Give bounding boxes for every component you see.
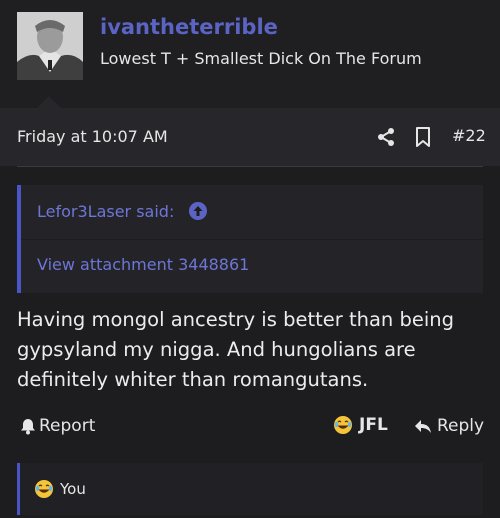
attachment-link[interactable]: View attachment 3448861	[37, 255, 249, 274]
reply-button[interactable]: Reply	[414, 416, 484, 436]
report-label: Report	[39, 416, 96, 436]
username-link[interactable]: ivantheterrible	[100, 15, 278, 39]
avatar[interactable]	[17, 12, 83, 80]
post-body: Having mongol ancestry is better than be…	[17, 308, 454, 391]
divider	[17, 166, 483, 167]
reactions-summary-text[interactable]: You	[60, 480, 86, 498]
user-title: Lowest T + Smallest Dick On The Forum	[100, 49, 422, 68]
post-number-link[interactable]: #22	[452, 126, 486, 145]
post-actions: Report JFL Reply	[0, 410, 500, 444]
quote-author[interactable]: Lefor3Laser said:	[37, 202, 174, 221]
post-date[interactable]: Friday at 10:07 AM	[17, 127, 168, 146]
quote-block: Lefor3Laser said: View attachment 344886…	[17, 185, 483, 293]
reactions-summary: You	[34, 479, 86, 499]
bookmark-icon[interactable]	[414, 126, 432, 148]
post-header: ivantheterrible Lowest T + Smallest Dick…	[0, 0, 500, 108]
reply-arrow-icon	[415, 420, 431, 433]
laughing-emoji-icon	[35, 480, 53, 498]
reply-label: Reply	[437, 416, 485, 436]
reaction-label: JFL	[359, 415, 388, 435]
arrow-up-circle-icon[interactable]	[189, 202, 207, 220]
share-icon[interactable]	[376, 127, 396, 147]
reactions-bar[interactable]: You	[17, 463, 483, 515]
laughing-emoji-icon	[334, 416, 352, 434]
report-button[interactable]: Report	[20, 416, 95, 436]
reaction-button[interactable]: JFL	[333, 415, 388, 435]
avatar-notch	[37, 96, 61, 108]
bell-icon	[21, 418, 35, 434]
quote-header[interactable]: Lefor3Laser said:	[21, 185, 483, 240]
